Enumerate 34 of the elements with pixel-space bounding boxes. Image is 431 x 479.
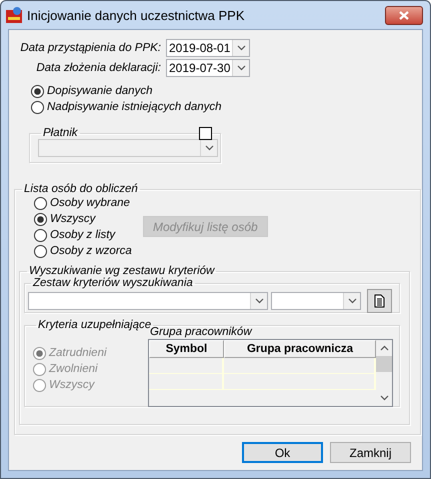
dialog-button[interactable]: Zamknij — [330, 442, 411, 463]
column-header[interactable]: Symbol — [149, 340, 224, 358]
chevron-down-icon — [236, 45, 246, 51]
app-logo-icon — [6, 7, 22, 23]
window-title: Inicjowanie danych uczestnictwa PPK — [27, 8, 246, 22]
chevron-down-icon — [236, 65, 246, 71]
group-label: Zestaw kryteriów wyszukiwania — [32, 277, 194, 289]
chevron-down-icon — [348, 298, 356, 304]
column-header[interactable]: Grupa pracownicza — [224, 340, 376, 358]
document-icon — [374, 294, 385, 308]
dialog-button[interactable]: Ok — [242, 442, 323, 463]
close-button[interactable] — [385, 6, 423, 24]
radio-button[interactable]: Nadpisywanie istniejących danych — [31, 99, 422, 115]
radio-button[interactable]: Osoby z wzorca — [34, 243, 132, 259]
date-field[interactable]: 2019-08-01 — [166, 39, 250, 57]
radio-button[interactable]: Osoby z listy — [34, 227, 132, 243]
scroll-up-icon[interactable] — [380, 345, 388, 351]
group-label: Wyszukiwanie wg zestawu kryteriów — [28, 265, 216, 277]
radio-button[interactable]: Wszyscy — [34, 211, 132, 227]
table-title: Grupa pracowników — [150, 326, 254, 338]
scroll-down-icon[interactable] — [380, 395, 388, 401]
field-label: Data złożenia deklaracji: — [35, 62, 162, 74]
group-label: Kryteria uzupełniające — [37, 319, 152, 331]
chevron-down-icon — [204, 145, 214, 151]
group-label: Płatnik — [42, 127, 79, 139]
radio-button[interactable]: Osoby wybrane — [34, 195, 132, 211]
date-field[interactable]: 2019-07-30 — [166, 59, 250, 77]
close-icon — [399, 10, 409, 20]
radio-button[interactable]: Dopisywanie danych — [31, 83, 422, 99]
chevron-down-icon — [254, 298, 264, 304]
group-label: Lista osób do obliczeń — [23, 183, 139, 195]
document-button[interactable] — [367, 289, 392, 313]
scrollbar-thumb[interactable] — [376, 356, 392, 372]
field-label: Data przystąpienia do PPK: — [19, 42, 162, 54]
